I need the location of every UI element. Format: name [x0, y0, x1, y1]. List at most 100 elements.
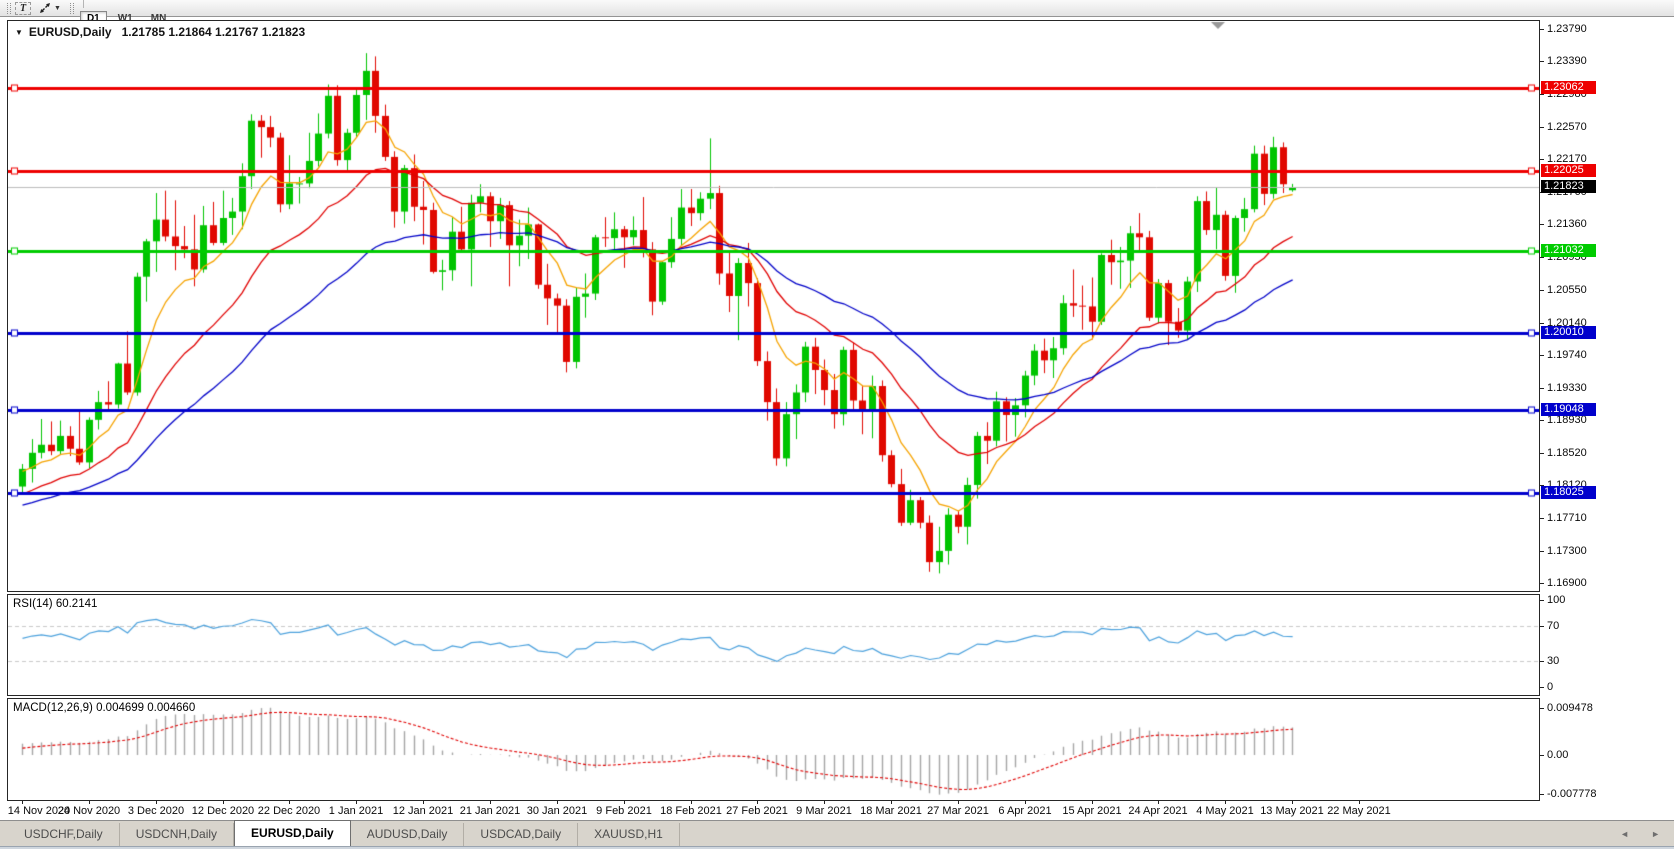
- rsi-tick-mark: [1540, 600, 1544, 601]
- macd-indicator-panel: MACD(12,26,9) 0.004699 0.004660: [7, 698, 1540, 801]
- price-tick-mark: [1540, 355, 1544, 356]
- chart-ohlc-values: 1.21785 1.21864 1.21767 1.21823: [122, 25, 306, 39]
- date-tick-label: 15 Apr 2021: [1055, 805, 1129, 817]
- date-tick-label: 6 Apr 2021: [988, 805, 1062, 817]
- price-line-badge: 1.22025: [1541, 164, 1596, 177]
- tab-usdcnh-daily[interactable]: USDCNH,Daily: [120, 823, 234, 846]
- date-tick-label: 27 Feb 2021: [720, 805, 794, 817]
- text-tool-button[interactable]: T: [15, 2, 31, 15]
- price-tick-mark: [1540, 61, 1544, 62]
- tab-audusd-daily[interactable]: AUDUSD,Daily: [351, 823, 465, 846]
- date-tick-mark: [490, 801, 491, 804]
- date-tick-label: 27 Mar 2021: [921, 805, 995, 817]
- date-tick-mark: [624, 801, 625, 804]
- chart-title: ▼ EURUSD,Daily 1.21785 1.21864 1.21767 1.2…: [15, 25, 305, 39]
- tab-xauusd-h1[interactable]: XAUUSD,H1: [578, 823, 680, 846]
- tab-scroll-right-button[interactable]: ►: [1651, 830, 1660, 839]
- date-tick-mark: [1025, 801, 1026, 804]
- price-tick-mark: [1540, 257, 1544, 258]
- price-tick-mark: [1540, 290, 1544, 291]
- date-tick-mark: [557, 801, 558, 804]
- dropdown-caret-icon: ▼: [54, 5, 61, 12]
- rsi-scale-label: 30: [1547, 655, 1559, 667]
- macd-chart-canvas[interactable]: [8, 699, 1539, 800]
- rsi-tick-mark: [1540, 626, 1544, 627]
- price-tick-mark: [1540, 29, 1544, 30]
- price-line-badge: 1.18025: [1541, 486, 1596, 499]
- date-tick-mark: [824, 801, 825, 804]
- price-tick-mark: [1540, 159, 1544, 160]
- price-tick-mark: [1540, 420, 1544, 421]
- tab-usdcad-daily[interactable]: USDCAD,Daily: [464, 823, 578, 846]
- date-tick-label: 1 Jan 2021: [319, 805, 393, 817]
- macd-tick-mark: [1540, 755, 1544, 756]
- price-tick-mark: [1540, 323, 1544, 324]
- tab-eurusd-daily[interactable]: EURUSD,Daily: [234, 820, 351, 846]
- price-chart-canvas[interactable]: [8, 21, 1539, 591]
- price-tick-mark: [1540, 551, 1544, 552]
- date-tick-mark: [891, 801, 892, 804]
- macd-scale-label: 0.00: [1547, 749, 1568, 761]
- price-tick-mark: [1540, 94, 1544, 95]
- rsi-indicator-panel: RSI(14) 60.2141: [7, 594, 1540, 696]
- macd-scale-label: -0.007778: [1547, 788, 1597, 800]
- price-tick-label: 1.18520: [1547, 447, 1587, 459]
- date-tick-label: 9 Mar 2021: [787, 805, 861, 817]
- date-tick-mark: [223, 801, 224, 804]
- price-tick-label: 1.19740: [1547, 349, 1587, 361]
- date-axis[interactable]: 14 Nov 202024 Nov 20203 Dec 202012 Dec 2…: [0, 801, 1674, 819]
- date-tick-mark: [356, 801, 357, 804]
- toolbar-separator: [83, 0, 84, 8]
- price-line-badge: 1.21032: [1541, 244, 1596, 257]
- date-tick-label: 24 Apr 2021: [1121, 805, 1195, 817]
- date-tick-label: 22 Dec 2020: [252, 805, 326, 817]
- date-tick-mark: [1359, 801, 1360, 804]
- price-axis[interactable]: 1.237901.233901.229801.225701.221701.217…: [1540, 0, 1674, 820]
- rsi-scale-label: 0: [1547, 681, 1553, 693]
- price-tick-mark: [1540, 224, 1544, 225]
- date-tick-label: 18 Mar 2021: [854, 805, 928, 817]
- rsi-chart-canvas[interactable]: [8, 595, 1539, 695]
- date-tick-mark: [423, 801, 424, 804]
- date-tick-mark: [89, 801, 90, 804]
- price-tick-mark: [1540, 453, 1544, 454]
- chart-tab-bar: USDCHF,DailyUSDCNH,DailyEURUSD,DailyAUDU…: [0, 820, 1674, 846]
- current-price-badge: 1.21823: [1541, 180, 1596, 193]
- date-tick-label: 12 Dec 2020: [186, 805, 260, 817]
- date-tick-label: 3 Dec 2020: [119, 805, 193, 817]
- price-tick-label: 1.21360: [1547, 218, 1587, 230]
- macd-tick-mark: [1540, 794, 1544, 795]
- price-tick-label: 1.20550: [1547, 284, 1587, 296]
- chart-symbol-period: EURUSD,Daily: [29, 25, 112, 39]
- date-tick-mark: [1158, 801, 1159, 804]
- date-tick-mark: [691, 801, 692, 804]
- date-tick-label: 9 Feb 2021: [587, 805, 661, 817]
- date-tick-label: 30 Jan 2021: [520, 805, 594, 817]
- tab-scroll-left-button[interactable]: ◄: [1620, 830, 1629, 839]
- price-tick-label: 1.19330: [1547, 382, 1587, 394]
- chart-dropdown-arrow[interactable]: ▼: [15, 28, 23, 37]
- date-tick-mark: [1292, 801, 1293, 804]
- rsi-scale-label: 100: [1547, 594, 1565, 606]
- chart-tabs: USDCHF,DailyUSDCNH,DailyEURUSD,DailyAUDU…: [8, 820, 680, 846]
- macd-tick-mark: [1540, 708, 1544, 709]
- rsi-label: RSI(14) 60.2141: [13, 598, 97, 610]
- diagonal-arrows-icon: [38, 2, 52, 15]
- rsi-tick-mark: [1540, 687, 1544, 688]
- price-tick-mark: [1540, 583, 1544, 584]
- price-tick-mark: [1540, 127, 1544, 128]
- price-tick-label: 1.17300: [1547, 545, 1587, 557]
- price-tick-mark: [1540, 388, 1544, 389]
- price-line-badge: 1.19048: [1541, 403, 1596, 416]
- toolbar-group-handle: [70, 3, 74, 14]
- date-tick-label: 18 Feb 2021: [654, 805, 728, 817]
- date-tick-label: 13 May 2021: [1255, 805, 1329, 817]
- price-line-badge: 1.23062: [1541, 81, 1596, 94]
- cursor-tool-icon[interactable]: ▼: [35, 2, 64, 15]
- tab-usdchf-daily[interactable]: USDCHF,Daily: [8, 823, 120, 846]
- date-tick-mark: [1092, 801, 1093, 804]
- date-tick-label: 24 Nov 2020: [52, 805, 126, 817]
- date-tick-mark: [156, 801, 157, 804]
- date-tick-mark: [958, 801, 959, 804]
- date-tick-mark: [22, 801, 23, 804]
